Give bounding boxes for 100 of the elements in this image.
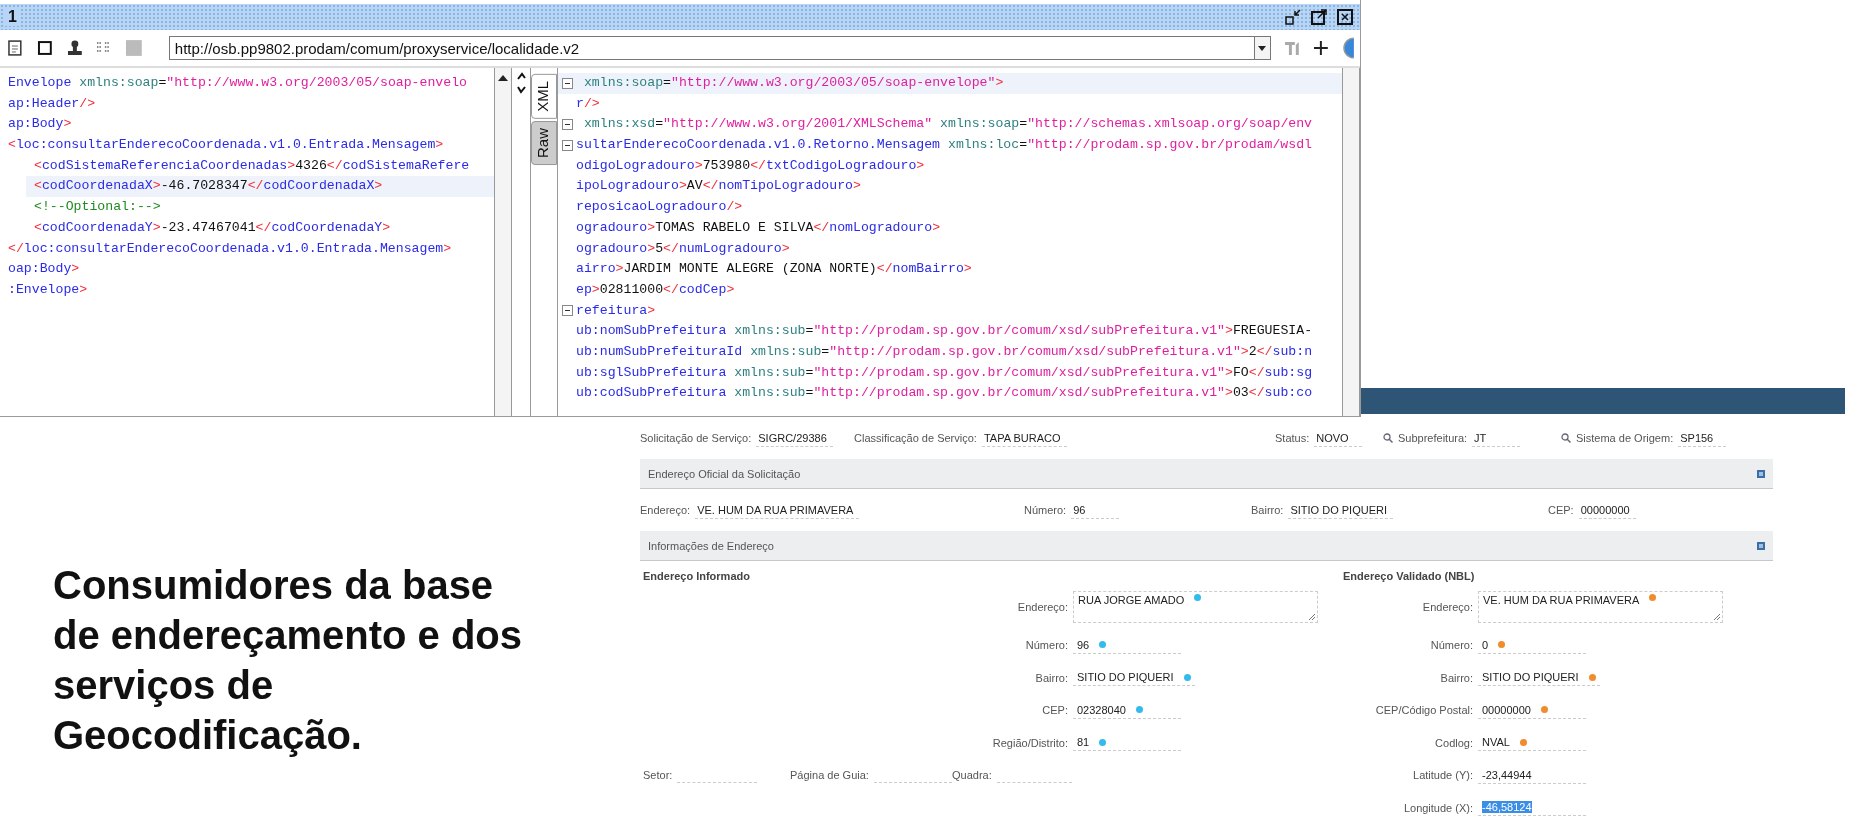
code-line: xmlns:xsd="http://www.w3.org/2001/XMLSchema" xmlns:soap="http://schemas.xmlsoap.org/soap/env bbox=[582, 115, 1313, 134]
input-field[interactable]: NVAL bbox=[1478, 734, 1586, 752]
code-line: ogradouro>TOMAS RABELO E SILVA</nomLogradouro> bbox=[576, 218, 941, 237]
code-line: reposicaoLogradouro/> bbox=[576, 198, 743, 217]
code-line: odigoLogradouro>753980</txtCodigoLogradouro> bbox=[576, 156, 925, 175]
column-heading: Endereço Validado (NBL) bbox=[1342, 569, 1476, 584]
input-field[interactable]: 02328040 bbox=[1073, 701, 1181, 719]
input-field[interactable]: SIGRC/29386 bbox=[756, 429, 833, 447]
code-line: airro>JARDIM MONTE ALEGRE (ZONA NORTE)</nomBairro> bbox=[576, 260, 972, 279]
code-line: xmlns:soap="http://www.w3.org/2003/05/soap-envelope"> bbox=[582, 74, 1004, 92]
input-field[interactable]: 81 bbox=[1073, 734, 1181, 752]
input-field[interactable]: 00000000 bbox=[1578, 501, 1636, 519]
code-line: <loc:consultarEnderecoCoordenada.v1.0.Entrada.Mensagem> bbox=[7, 136, 445, 155]
input-field[interactable]: 00000000 bbox=[1478, 701, 1586, 719]
collapse-icon[interactable] bbox=[561, 119, 573, 131]
up-arrow-icon[interactable] bbox=[498, 74, 508, 82]
collapse-icon[interactable] bbox=[561, 139, 573, 151]
collapse-icon[interactable] bbox=[561, 305, 573, 317]
code-line: ogradouro>5</numLogradouro> bbox=[576, 239, 790, 258]
close-icon[interactable] bbox=[1336, 8, 1354, 26]
text-area[interactable]: VE. HUM DA RUA PRIMAVERA bbox=[1478, 591, 1723, 623]
field-label: CEP: bbox=[1041, 704, 1069, 717]
search-icon[interactable] bbox=[1561, 433, 1571, 443]
document-icon[interactable] bbox=[6, 39, 24, 57]
resize-grip-icon[interactable] bbox=[1308, 613, 1315, 620]
url-field[interactable]: http://osb.pp9802.prodam/comum/proxyservice/localidade.v2 bbox=[168, 36, 1255, 60]
view-tab[interactable]: Raw bbox=[531, 120, 557, 165]
input-field[interactable]: 96 bbox=[1071, 501, 1120, 519]
field-label: Página de Guia: bbox=[790, 769, 869, 782]
section-header[interactable]: Informações de Endereço bbox=[640, 531, 1773, 561]
window-title: 1 bbox=[4, 8, 21, 26]
field-label: Endereço: bbox=[1421, 601, 1474, 613]
maximize-icon[interactable] bbox=[1310, 8, 1328, 26]
field-label: Setor: bbox=[643, 769, 673, 782]
code-line: sultarEnderecoCoordenada.v1.0.Retorno.Mensagem xmlns:loc="http://prodam.sp.gov.br/prodam/wsdl bbox=[576, 136, 1313, 155]
field-label: Longitude (X): bbox=[1402, 801, 1474, 814]
code-line: ub:codSubPrefeitura xmlns:sub="http://prodam.sp.gov.br/comum/xsd/subPrefeitura.v1">03</sub:co bbox=[576, 384, 1313, 403]
field-label: Endereço: bbox=[640, 504, 691, 516]
field-label: Número: bbox=[1024, 504, 1067, 516]
field-label: Bairro: bbox=[1034, 671, 1069, 684]
field-label: Número: bbox=[1429, 639, 1474, 652]
field-label: Subprefeitura: bbox=[1398, 432, 1468, 444]
section-header[interactable]: Endereço Oficial da Solicitação bbox=[640, 459, 1773, 489]
code-line: ep>02811000</codCep> bbox=[576, 280, 735, 299]
code-line: </loc:consultarEnderecoCoordenada.v1.0.Entrada.Mensagem> bbox=[7, 239, 453, 258]
field-label: Classificação de Serviço: bbox=[854, 432, 977, 444]
collapse-arrows-icon[interactable] bbox=[516, 72, 526, 94]
plus-icon[interactable] bbox=[1312, 39, 1331, 57]
square-icon[interactable] bbox=[35, 39, 54, 57]
input-field[interactable]: NOVO bbox=[1314, 429, 1363, 447]
input-field[interactable]: TAPA BURACO bbox=[981, 429, 1067, 447]
field-label: Solicitação de Serviço: bbox=[640, 432, 752, 444]
code-line: ub:nomSubPrefeitura xmlns:sub="http://prodam.sp.gov.br/comum/xsd/subPrefeitura.v1">FREGUESIA- bbox=[576, 322, 1313, 341]
slide-heading: Consumidores da base de endereçamento e dos serviços de Geocodificação. bbox=[53, 562, 524, 759]
input-field[interactable]: VE. HUM DA RUA PRIMAVERA bbox=[695, 501, 860, 519]
code-line: ap:Body> bbox=[7, 115, 73, 134]
section-title: Informações de Endereço bbox=[648, 539, 774, 552]
code-line: ub:sglSubPrefeitura xmlns:sub="http://prodam.sp.gov.br/comum/xsd/subPrefeitura.v1">FO</sub:sg bbox=[576, 363, 1313, 382]
restore-icon[interactable] bbox=[1284, 8, 1302, 26]
input-field[interactable]: SITIO DO PIQUERI bbox=[1073, 669, 1195, 687]
scrollbar[interactable] bbox=[1342, 68, 1360, 416]
field-label: CEP: bbox=[1548, 504, 1574, 516]
input-field[interactable]: JT bbox=[1472, 429, 1521, 447]
person-icon[interactable] bbox=[65, 39, 84, 57]
search-icon[interactable] bbox=[1383, 433, 1393, 443]
field-label: Endereço: bbox=[1016, 601, 1069, 613]
input-field[interactable]: 96 bbox=[1073, 636, 1181, 654]
section-title: Endereço Oficial da Solicitação bbox=[648, 467, 801, 480]
field-label: Codlog: bbox=[1434, 736, 1474, 749]
field-label: Número: bbox=[1024, 639, 1069, 652]
field-label: Bairro: bbox=[1439, 671, 1474, 684]
view-tab[interactable]: XML bbox=[531, 74, 557, 119]
resize-grip-icon[interactable] bbox=[1713, 613, 1720, 620]
field-label: Quadra: bbox=[952, 769, 992, 782]
collapse-icon[interactable] bbox=[561, 77, 573, 89]
input-field[interactable]: SITIO DO PIQUERI bbox=[1478, 669, 1600, 687]
field-label: Região/Distrito: bbox=[991, 736, 1069, 749]
code-line: <!--Optional:--> bbox=[33, 198, 162, 217]
field-label: Bairro: bbox=[1251, 504, 1284, 516]
field-label: CEP/Código Postal: bbox=[1374, 704, 1474, 717]
field-label: Status: bbox=[1275, 432, 1310, 444]
input-field[interactable]: SP156 bbox=[1678, 429, 1727, 447]
globe-icon[interactable] bbox=[1342, 37, 1354, 59]
scrollbar[interactable] bbox=[494, 68, 512, 416]
code-line: ap:Header/> bbox=[7, 94, 97, 113]
code-line: r/> bbox=[576, 94, 600, 113]
input-field[interactable]: SITIO DO PIQUERI bbox=[1288, 501, 1393, 519]
code-line: ipoLogradouro>AV</nomTipoLogradouro> bbox=[576, 177, 861, 196]
field-label: Sistema de Origem: bbox=[1576, 432, 1674, 444]
code-line: refeitura> bbox=[576, 301, 656, 320]
code-line: oap:Body> bbox=[7, 260, 81, 279]
caret-icon bbox=[1258, 45, 1267, 51]
field-label: Latitude (Y): bbox=[1412, 769, 1474, 782]
code-line: <codCoordenadaY>-23.47467041</codCoordenadaY> bbox=[33, 218, 392, 237]
text-area[interactable]: RUA JORGE AMADO bbox=[1073, 591, 1318, 623]
code-line: :Envelope> bbox=[7, 280, 89, 299]
input-field[interactable]: -23,44944 bbox=[1478, 766, 1586, 784]
code-line: <codSistemaReferenciaCoordenadas>4326</codSistemaRefere bbox=[33, 156, 471, 175]
code-line: ub:numSubPrefeituraId xmlns:sub="http://prodam.sp.gov.br/comum/xsd/subPrefeitura.v1">2</sub:n bbox=[576, 342, 1313, 361]
input-field[interactable]: 0 bbox=[1478, 636, 1586, 654]
